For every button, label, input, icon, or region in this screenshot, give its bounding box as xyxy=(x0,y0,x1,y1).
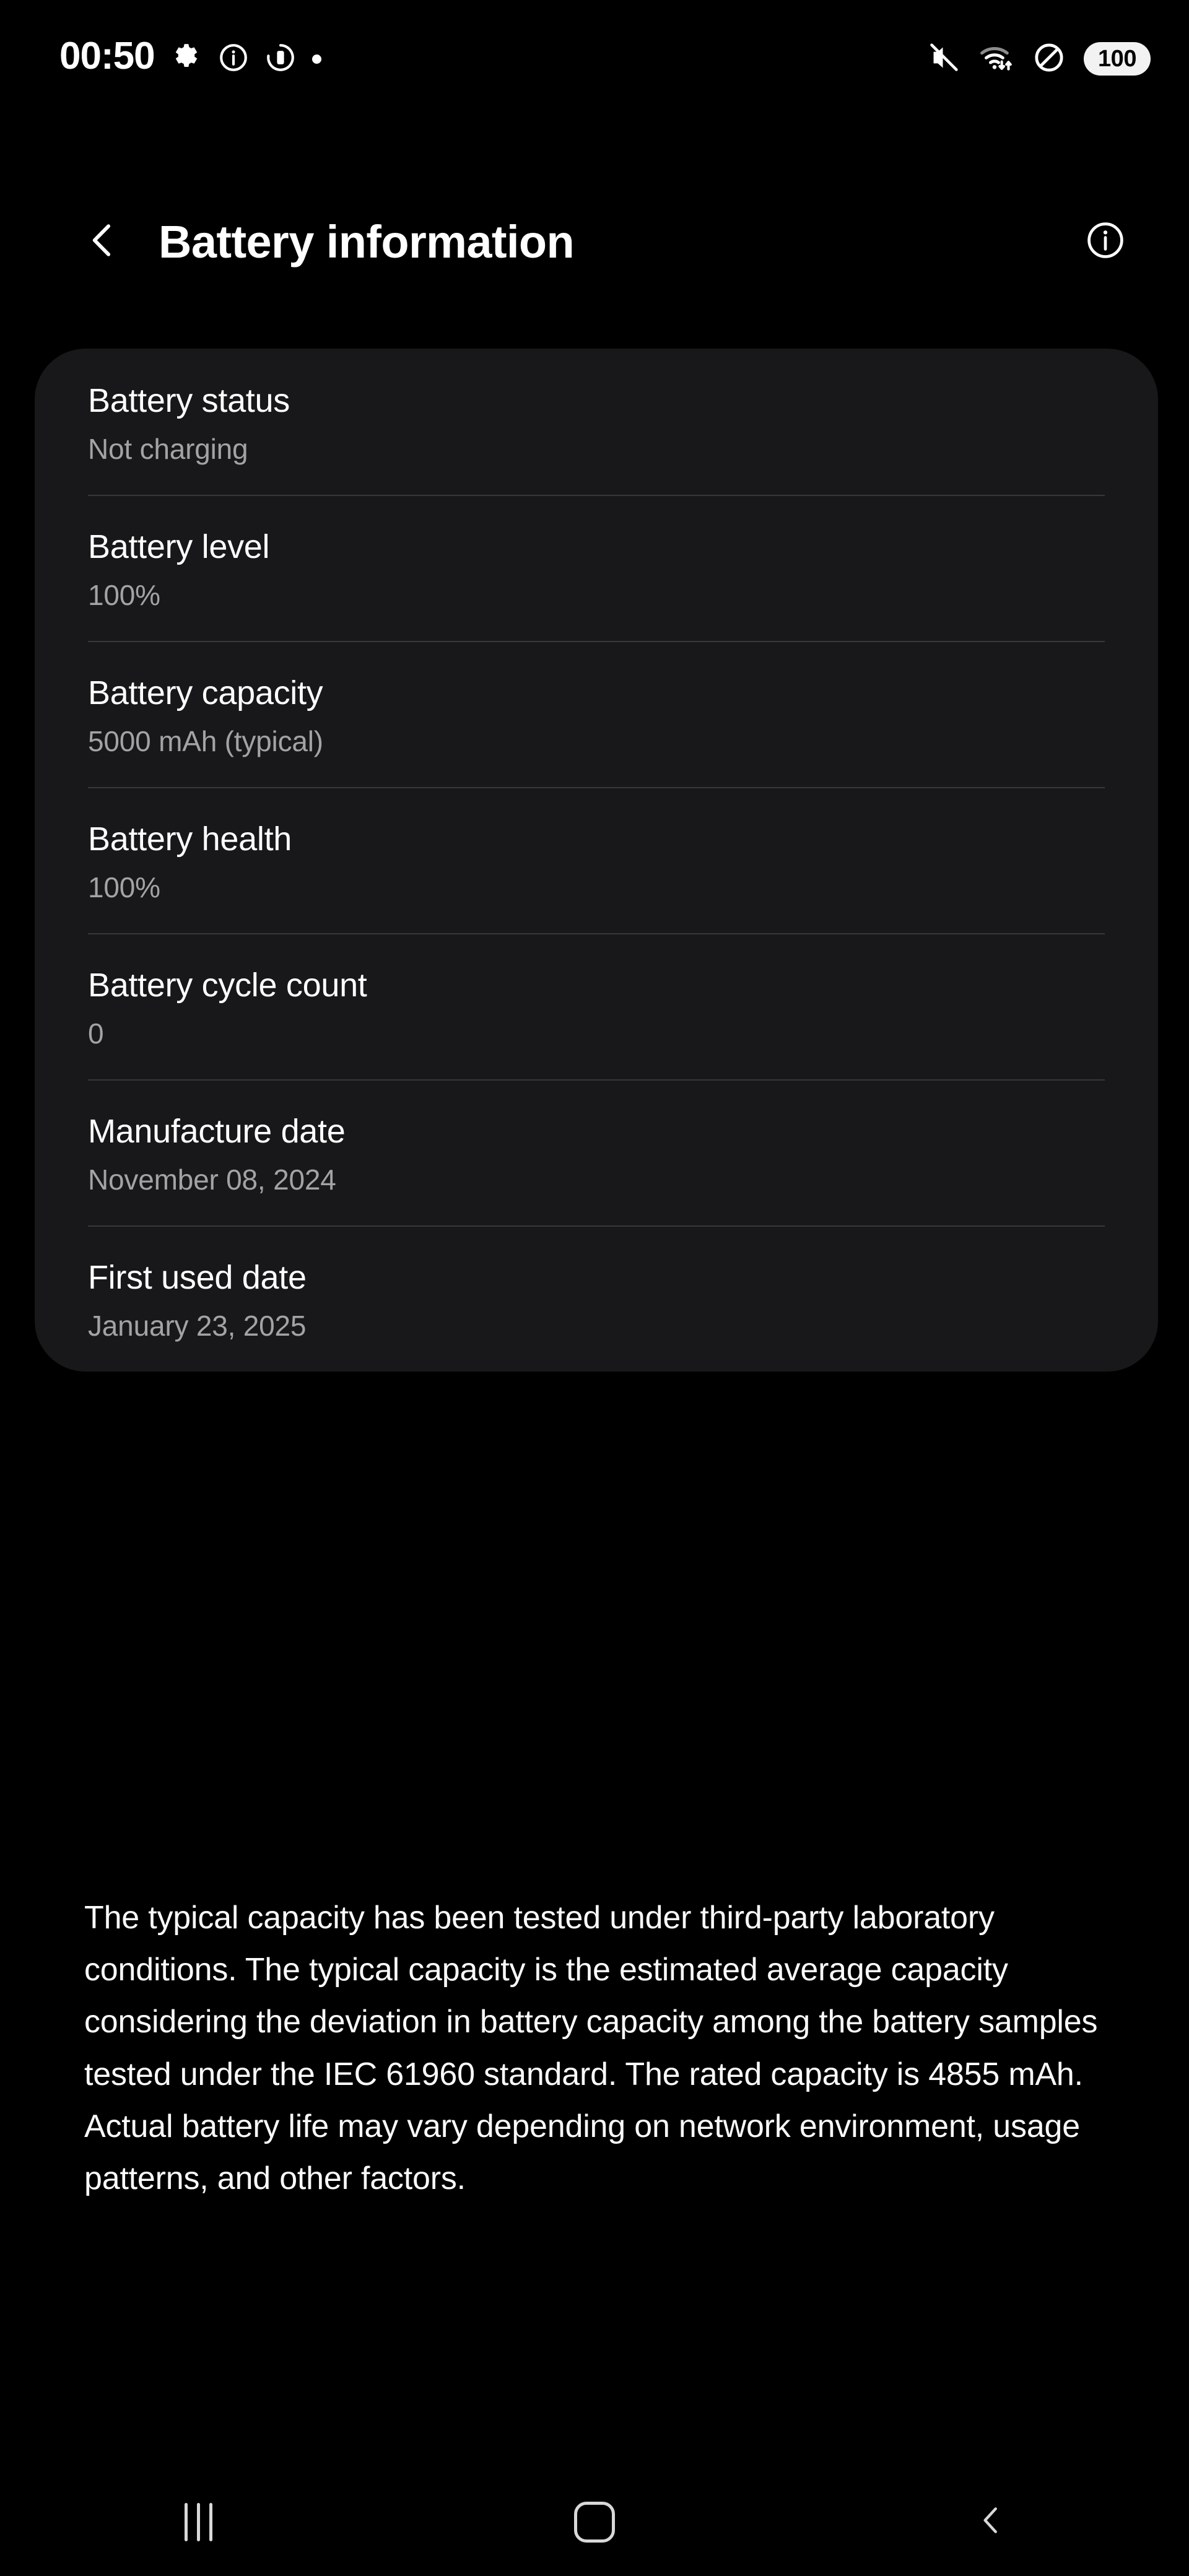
home-button[interactable] xyxy=(396,2468,793,2576)
table-row[interactable]: First used date January 23, 2025 xyxy=(35,1225,1158,1372)
row-value: 0 xyxy=(88,1017,104,1050)
info-circle-icon xyxy=(1085,220,1126,264)
info-circle-icon xyxy=(218,42,249,76)
row-label: Battery level xyxy=(88,528,270,565)
dot-icon xyxy=(311,54,321,64)
status-bar-right: 100 xyxy=(928,41,1151,77)
back-button[interactable] xyxy=(68,207,136,276)
gear-icon xyxy=(171,42,202,76)
row-label: Battery health xyxy=(88,820,292,858)
status-bar-left: 00:50 xyxy=(59,35,321,78)
back-button[interactable] xyxy=(793,2468,1189,2576)
table-row[interactable]: Battery level 100% xyxy=(35,494,1158,641)
home-icon xyxy=(574,2501,615,2543)
row-label: Battery cycle count xyxy=(88,966,367,1004)
mute-icon xyxy=(928,41,960,77)
chevron-left-icon xyxy=(79,217,125,266)
row-value: Not charging xyxy=(88,432,248,465)
row-value: January 23, 2025 xyxy=(88,1309,307,1342)
page-title: Battery information xyxy=(159,215,575,268)
table-row[interactable]: Battery health 100% xyxy=(35,786,1158,933)
battery-info-card: Battery status Not charging Battery leve… xyxy=(35,349,1158,1372)
row-label: Battery capacity xyxy=(88,674,323,711)
row-label: First used date xyxy=(88,1258,307,1296)
back-icon xyxy=(972,2501,1010,2543)
status-bar: 00:50 100 xyxy=(0,0,1189,118)
status-bar-clock: 00:50 xyxy=(59,35,155,77)
recents-button[interactable] xyxy=(0,2468,396,2576)
wifi-data-icon xyxy=(978,41,1014,77)
row-value: 100% xyxy=(88,871,160,903)
table-row[interactable]: Battery capacity 5000 mAh (typical) xyxy=(35,640,1158,787)
battery-circle-icon xyxy=(265,42,296,76)
recents-icon xyxy=(184,2502,212,2541)
table-row[interactable]: Battery cycle count 0 xyxy=(35,933,1158,1079)
system-navigation-bar xyxy=(0,2468,1189,2576)
battery-percent-badge: 100 xyxy=(1084,42,1151,76)
row-label: Battery status xyxy=(88,382,290,419)
do-not-disturb-icon xyxy=(1033,41,1065,77)
row-value: 5000 mAh (typical) xyxy=(88,724,323,757)
info-button[interactable] xyxy=(1071,207,1139,276)
capacity-disclaimer-text: The typical capacity has been tested und… xyxy=(84,1900,1098,2197)
app-header: Battery information xyxy=(0,186,1189,297)
row-value: November 08, 2024 xyxy=(88,1163,336,1196)
row-label: Manufacture date xyxy=(88,1112,346,1150)
row-value: 100% xyxy=(88,578,160,611)
table-row[interactable]: Manufacture date November 08, 2024 xyxy=(35,1079,1158,1225)
table-row[interactable]: Battery status Not charging xyxy=(35,349,1158,495)
